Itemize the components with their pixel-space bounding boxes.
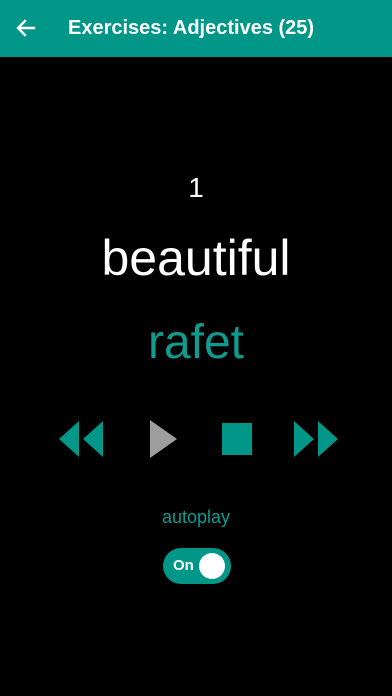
arrow-left-icon (16, 19, 36, 37)
play-icon (150, 420, 177, 458)
fast-forward-icon (294, 421, 338, 457)
rewind-icon (59, 421, 103, 457)
stop-button[interactable] (220, 418, 254, 460)
back-button[interactable] (12, 14, 40, 42)
toggle-knob (199, 553, 225, 579)
play-button[interactable] (146, 418, 180, 460)
stop-icon (222, 423, 252, 455)
autoplay-label: autoplay (161, 507, 231, 527)
page-title: Exercises: Adjectives (25) (68, 17, 315, 39)
exercise-index: 1 (188, 172, 204, 203)
rewind-button[interactable] (56, 418, 106, 460)
toggle-state-label: On (173, 557, 194, 574)
translation-text: rafet (147, 316, 245, 369)
autoplay-toggle[interactable]: On (163, 548, 231, 584)
word-text: beautiful (101, 230, 291, 286)
app-bar: Exercises: Adjectives (25) (0, 0, 392, 57)
fast-forward-button[interactable] (291, 418, 341, 460)
